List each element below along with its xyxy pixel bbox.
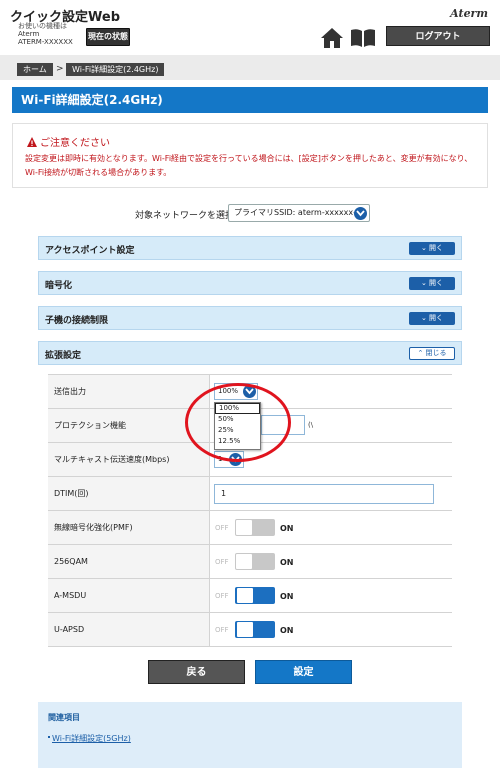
protection-suffix: (\ [308, 421, 314, 429]
section-advanced[interactable]: 拡張設定 ⌃ 閉じる [38, 341, 462, 365]
switch-off-label: OFF [215, 592, 229, 600]
switch-off-label: OFF [215, 524, 229, 532]
submit-button[interactable]: 設定 [255, 660, 352, 684]
home-icon[interactable] [320, 27, 344, 49]
section-client-restriction[interactable]: 子機の接続制限 ⌄ 開く [38, 306, 462, 330]
network-select-label: 対象ネットワークを選択 [135, 211, 235, 221]
current-status-button[interactable]: 現在の状態 [86, 28, 130, 46]
switch-track [235, 621, 275, 638]
brand-logo: Aterm [450, 7, 488, 20]
switch-track [235, 553, 275, 570]
chevron-down-icon: ⌄ [420, 314, 430, 322]
logout-button[interactable]: ログアウト [386, 26, 490, 46]
switch-on-label: ON [280, 558, 294, 567]
qam256-toggle[interactable]: OFF ON [215, 552, 294, 572]
switch-track [235, 587, 275, 604]
switch-knob [236, 554, 252, 569]
switch-on-label: ON [280, 524, 294, 533]
related-links: 関連項目 Wi-Fi詳細設定(5GHz) [38, 702, 462, 768]
uapsd-toggle[interactable]: OFF ON [215, 620, 294, 640]
notice-title: ご注意ください [27, 134, 110, 149]
multicast-label: マルチキャスト伝送速度(Mbps) [48, 443, 210, 476]
switch-knob [237, 588, 253, 603]
switch-track [235, 519, 275, 536]
section-label: 拡張設定 [45, 351, 82, 361]
bullet-icon [48, 736, 50, 738]
chevron-up-icon: ⌃ [417, 349, 426, 357]
qam256-label: 256QAM [48, 545, 210, 578]
table-row: 無線暗号化強化(PMF) OFF ON [48, 511, 452, 545]
dtim-label: DTIM(回) [48, 477, 210, 510]
open-button[interactable]: ⌄ 開く [409, 242, 455, 255]
breadcrumb-separator: > [56, 64, 64, 74]
device-model: ATERM-XXXXXX [18, 38, 73, 46]
switch-on-label: ON [280, 592, 294, 601]
table-row: A-MSDU OFF ON [48, 579, 452, 613]
chevron-down-icon [354, 207, 367, 220]
warning-icon [27, 137, 37, 147]
page-title: Wi-Fi詳細設定(2.4GHz) [12, 87, 488, 113]
section-label: 子機の接続制限 [45, 316, 109, 326]
pmf-label: 無線暗号化強化(PMF) [48, 511, 210, 544]
dtim-input[interactable]: 1 [214, 484, 434, 504]
pmf-toggle[interactable]: OFF ON [215, 518, 294, 538]
device-name: Aterm [18, 30, 40, 38]
highlight-circle [185, 383, 291, 462]
notice-box: ご注意ください 設定変更は即時に有効となります。Wi-Fi経由で設定を行っている… [12, 123, 488, 188]
switch-on-label: ON [280, 626, 294, 635]
section-encryption[interactable]: 暗号化 ⌄ 開く [38, 271, 462, 295]
breadcrumb-current: Wi-Fi詳細設定(2.4GHz) [66, 63, 165, 76]
section-access-point[interactable]: アクセスポイント設定 ⌄ 開く [38, 236, 462, 260]
open-button[interactable]: ⌄ 開く [409, 312, 455, 325]
chevron-down-icon: ⌄ [420, 279, 430, 287]
breadcrumb: ホーム > Wi-Fi詳細設定(2.4GHz) [0, 55, 500, 80]
switch-knob [237, 622, 253, 637]
switch-off-label: OFF [215, 626, 229, 634]
breadcrumb-home[interactable]: ホーム [17, 63, 53, 76]
switch-off-label: OFF [215, 558, 229, 566]
notice-text: 設定変更は即時に有効となります。Wi-Fi経由で設定を行っている場合には、[設定… [25, 154, 473, 177]
chevron-down-icon: ⌄ [420, 244, 430, 252]
tx-power-label: 送信出力 [48, 375, 210, 408]
table-row: 256QAM OFF ON [48, 545, 452, 579]
switch-knob [236, 520, 252, 535]
notice-title-text: ご注意ください [40, 138, 110, 149]
section-label: 暗号化 [45, 281, 73, 291]
related-link-5ghz[interactable]: Wi-Fi詳細設定(5GHz) [52, 733, 131, 744]
table-row: U-APSD OFF ON [48, 613, 452, 647]
related-title: 関連項目 [48, 713, 80, 722]
amsdu-toggle[interactable]: OFF ON [215, 586, 294, 606]
network-select-value: プライマリSSID: aterm-xxxxxx-x [234, 208, 361, 217]
manual-book-icon[interactable] [350, 28, 376, 48]
table-row: DTIM(回) 1 [48, 477, 452, 511]
amsdu-label: A-MSDU [48, 579, 210, 612]
close-button[interactable]: ⌃ 閉じる [409, 347, 455, 360]
section-label: アクセスポイント設定 [45, 246, 135, 256]
network-select[interactable]: プライマリSSID: aterm-xxxxxx-x [228, 204, 370, 222]
open-button[interactable]: ⌄ 開く [409, 277, 455, 290]
device-label: お使いの機種は [18, 22, 67, 30]
back-button[interactable]: 戻る [148, 660, 245, 684]
uapsd-label: U-APSD [48, 613, 210, 646]
header: クイック設定Web お使いの機種は Aterm ATERM-XXXXXX 現在の… [0, 0, 500, 55]
